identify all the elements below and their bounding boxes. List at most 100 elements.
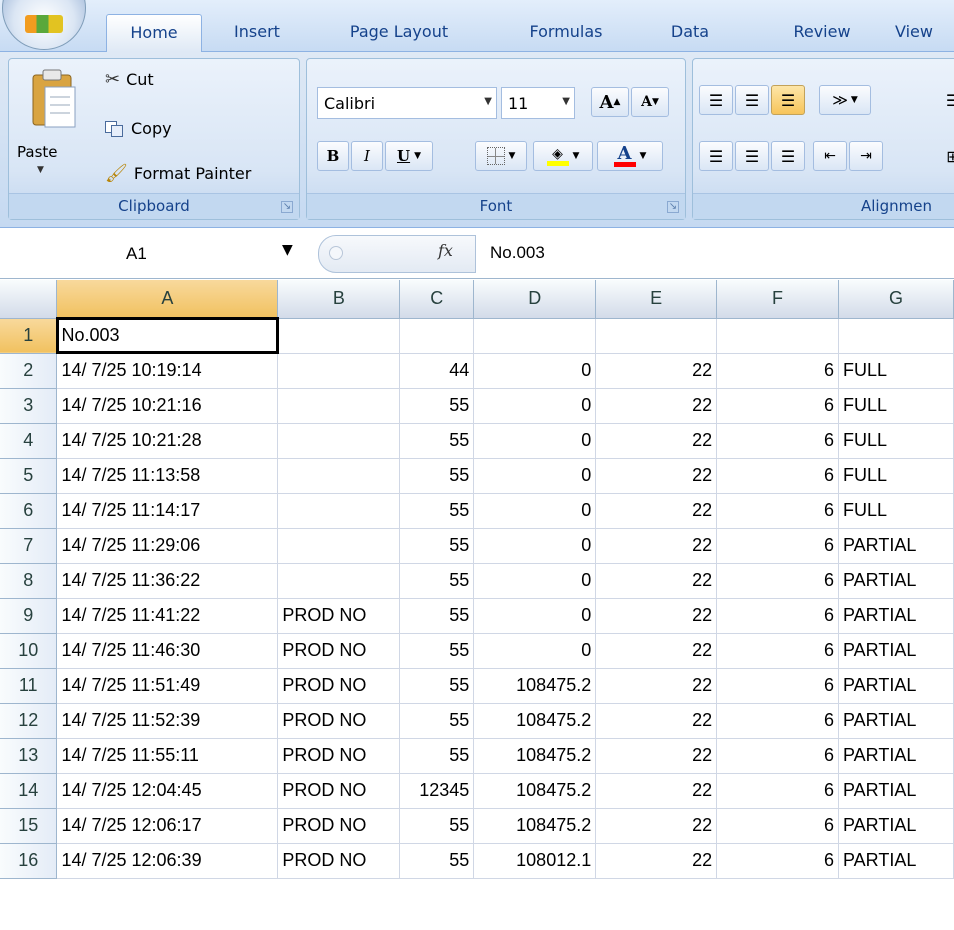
format-painter-button[interactable]: 🖌 Format Painter <box>105 163 251 184</box>
underline-button[interactable]: U ▼ <box>385 141 433 171</box>
cell-d11[interactable]: 108475.2 <box>473 668 597 704</box>
italic-button[interactable]: I <box>351 141 383 171</box>
cell-a5[interactable]: 14/ 7/25 11:13:58 <box>56 458 279 494</box>
cell-c9[interactable]: 55 <box>399 598 475 634</box>
name-box-dropdown-icon[interactable]: ▼ <box>282 242 293 258</box>
font-family-select[interactable]: Calibri ▼ <box>317 87 497 119</box>
cell-c2[interactable]: 44 <box>399 353 475 389</box>
cell-e12[interactable]: 22 <box>595 703 718 739</box>
row-header[interactable]: 13 <box>0 738 58 774</box>
cell-e5[interactable]: 22 <box>595 458 718 494</box>
cell-b4[interactable] <box>277 423 401 459</box>
cell-a2[interactable]: 14/ 7/25 10:19:14 <box>56 353 279 389</box>
cell-c7[interactable]: 55 <box>399 528 475 564</box>
cell-g9[interactable]: PARTIAL <box>838 598 954 634</box>
tab-review[interactable]: Review <box>780 14 864 52</box>
align-right-button[interactable]: ☰ <box>771 141 805 171</box>
cell-g12[interactable]: PARTIAL <box>838 703 954 739</box>
cell-b7[interactable] <box>277 528 401 564</box>
column-header-b[interactable]: B <box>277 280 401 319</box>
cell-g14[interactable]: PARTIAL <box>838 773 954 809</box>
cell-g15[interactable]: PARTIAL <box>838 808 954 844</box>
insert-function-icon[interactable]: fx <box>438 241 453 260</box>
row-header[interactable]: 3 <box>0 388 58 424</box>
cell-b1[interactable] <box>277 318 401 354</box>
row-header[interactable]: 11 <box>0 668 58 704</box>
column-header-a[interactable]: A <box>56 280 279 319</box>
cell-c10[interactable]: 55 <box>399 633 475 669</box>
row-header[interactable]: 1 <box>0 318 58 354</box>
cell-d16[interactable]: 108012.1 <box>473 843 597 879</box>
cell-c6[interactable]: 55 <box>399 493 475 529</box>
cell-b11[interactable]: PROD NO <box>277 668 401 704</box>
cell-e4[interactable]: 22 <box>595 423 718 459</box>
row-header[interactable]: 10 <box>0 633 58 669</box>
row-header[interactable]: 12 <box>0 703 58 739</box>
select-all-corner[interactable] <box>0 280 58 319</box>
cell-d5[interactable]: 0 <box>473 458 597 494</box>
cell-e1[interactable] <box>595 318 718 354</box>
cell-f10[interactable]: 6 <box>716 633 839 669</box>
grow-font-button[interactable]: A ▲ <box>591 87 629 117</box>
cell-e8[interactable]: 22 <box>595 563 718 599</box>
orientation-button[interactable]: ≫ ▼ <box>819 85 871 115</box>
cell-f16[interactable]: 6 <box>716 843 839 879</box>
cell-f4[interactable]: 6 <box>716 423 839 459</box>
decrease-indent-button[interactable]: ⇤ <box>813 141 847 171</box>
cell-f9[interactable]: 6 <box>716 598 839 634</box>
cell-a10[interactable]: 14/ 7/25 11:46:30 <box>56 633 279 669</box>
cell-c5[interactable]: 55 <box>399 458 475 494</box>
cell-g4[interactable]: FULL <box>838 423 954 459</box>
cell-e13[interactable]: 22 <box>595 738 718 774</box>
cell-e15[interactable]: 22 <box>595 808 718 844</box>
cell-f11[interactable]: 6 <box>716 668 839 704</box>
cell-g6[interactable]: FULL <box>838 493 954 529</box>
cell-a16[interactable]: 14/ 7/25 12:06:39 <box>56 843 279 879</box>
cell-g10[interactable]: PARTIAL <box>838 633 954 669</box>
cell-b14[interactable]: PROD NO <box>277 773 401 809</box>
align-left-button[interactable]: ☰ <box>699 141 733 171</box>
cell-d7[interactable]: 0 <box>473 528 597 564</box>
cell-e7[interactable]: 22 <box>595 528 718 564</box>
tab-page-layout[interactable]: Page Layout <box>330 14 468 52</box>
paste-button[interactable]: Paste ▼ <box>15 63 93 191</box>
cell-g8[interactable]: PARTIAL <box>838 563 954 599</box>
align-center-button[interactable]: ☰ <box>735 141 769 171</box>
row-header[interactable]: 14 <box>0 773 58 809</box>
fill-color-button[interactable]: ◈ ▼ <box>533 141 593 171</box>
cell-g2[interactable]: FULL <box>838 353 954 389</box>
cell-f13[interactable]: 6 <box>716 738 839 774</box>
cell-f5[interactable]: 6 <box>716 458 839 494</box>
tab-data[interactable]: Data <box>662 14 718 52</box>
cell-a13[interactable]: 14/ 7/25 11:55:11 <box>56 738 279 774</box>
formula-input[interactable]: No.003 <box>490 243 545 263</box>
cell-f12[interactable]: 6 <box>716 703 839 739</box>
cell-e3[interactable]: 22 <box>595 388 718 424</box>
cell-a6[interactable]: 14/ 7/25 11:14:17 <box>56 493 279 529</box>
column-header-g[interactable]: G <box>838 280 954 319</box>
cell-b5[interactable] <box>277 458 401 494</box>
increase-indent-button[interactable]: ⇥ <box>849 141 883 171</box>
row-header[interactable]: 16 <box>0 843 58 879</box>
cell-c3[interactable]: 55 <box>399 388 475 424</box>
cell-b12[interactable]: PROD NO <box>277 703 401 739</box>
cell-f6[interactable]: 6 <box>716 493 839 529</box>
cell-e2[interactable]: 22 <box>595 353 718 389</box>
cell-d1[interactable] <box>473 318 597 354</box>
row-header[interactable]: 9 <box>0 598 58 634</box>
cell-d8[interactable]: 0 <box>473 563 597 599</box>
cut-button[interactable]: ✂ Cut <box>105 69 154 90</box>
cell-b10[interactable]: PROD NO <box>277 633 401 669</box>
borders-button[interactable]: ▼ <box>475 141 527 171</box>
cell-a11[interactable]: 14/ 7/25 11:51:49 <box>56 668 279 704</box>
cell-a12[interactable]: 14/ 7/25 11:52:39 <box>56 703 279 739</box>
cell-c14[interactable]: 12345 <box>399 773 475 809</box>
cell-b6[interactable] <box>277 493 401 529</box>
cell-a4[interactable]: 14/ 7/25 10:21:28 <box>56 423 279 459</box>
cell-f2[interactable]: 6 <box>716 353 839 389</box>
row-header[interactable]: 15 <box>0 808 58 844</box>
cell-g1[interactable] <box>838 318 954 354</box>
office-button[interactable] <box>2 0 86 50</box>
cell-f1[interactable] <box>716 318 839 354</box>
font-color-button[interactable]: A ▼ <box>597 141 663 171</box>
